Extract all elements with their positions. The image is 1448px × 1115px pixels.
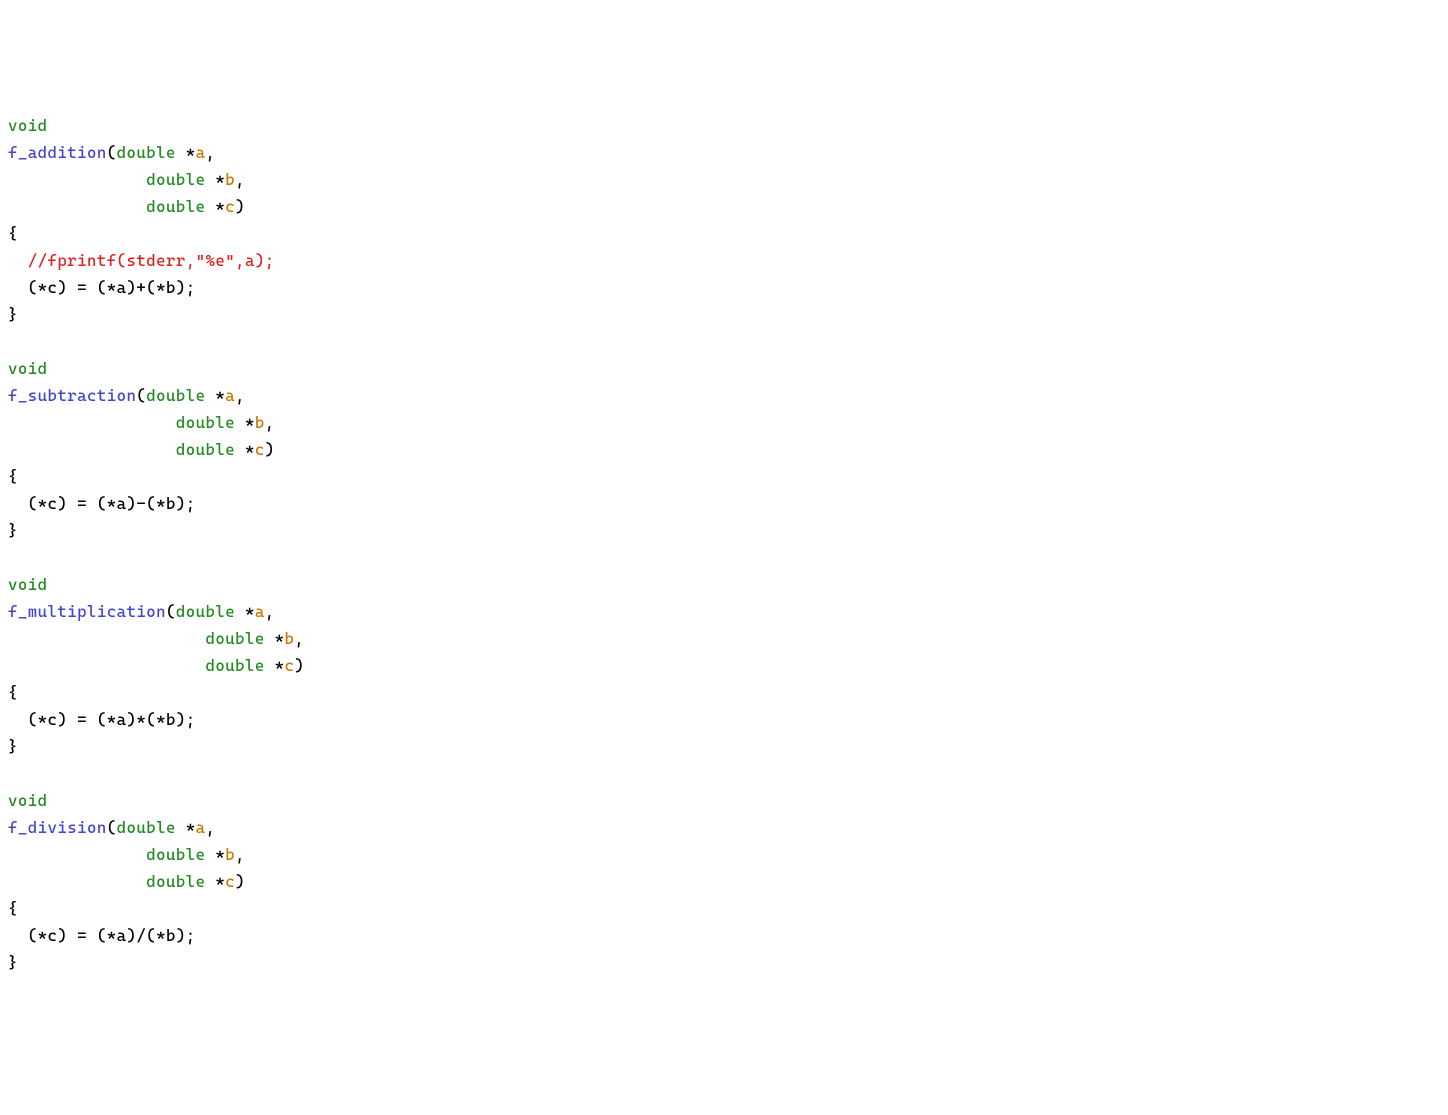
code-block: void f_addition(double *a, double *b, do… [8, 112, 1440, 976]
param-var: b [225, 170, 235, 189]
param-type: double [146, 197, 205, 216]
brace-close: } [8, 953, 18, 972]
return-type: void [8, 575, 48, 594]
return-type: void [8, 791, 48, 810]
comma: , [265, 602, 275, 621]
comma: , [235, 386, 245, 405]
brace-close: } [8, 521, 18, 540]
pointer: * [206, 170, 226, 189]
pointer: * [265, 656, 285, 675]
indent [8, 872, 146, 891]
param-type: double [146, 386, 205, 405]
body-line: (*c) = (*a)*(*b); [8, 710, 196, 729]
brace-open: { [8, 224, 18, 243]
pointer: * [206, 845, 226, 864]
param-var: c [225, 872, 235, 891]
pointer: * [265, 629, 285, 648]
comment-line: //fprintf(stderr,"%e",a); [8, 251, 275, 270]
brace-close: } [8, 305, 18, 324]
return-type: void [8, 359, 48, 378]
pointer: * [206, 197, 226, 216]
indent [8, 629, 206, 648]
paren-open: ( [107, 143, 117, 162]
param-var: a [255, 602, 265, 621]
param-type: double [206, 629, 265, 648]
function-name-subtraction: f_subtraction [8, 386, 136, 405]
param-type: double [117, 818, 176, 837]
param-type: double [176, 413, 235, 432]
comma: , [265, 413, 275, 432]
brace-open: { [8, 467, 18, 486]
paren-open: ( [107, 818, 117, 837]
indent [8, 170, 146, 189]
brace-open: { [8, 683, 18, 702]
indent [8, 197, 146, 216]
pointer: * [206, 872, 226, 891]
param-type: double [146, 872, 205, 891]
return-type: void [8, 116, 48, 135]
comma: , [206, 143, 216, 162]
comma: , [294, 629, 304, 648]
param-var: c [255, 440, 265, 459]
paren-close: ) [265, 440, 275, 459]
paren-close: ) [235, 197, 245, 216]
param-type: double [206, 656, 265, 675]
param-var: b [285, 629, 295, 648]
param-type: double [176, 602, 235, 621]
function-name-multiplication: f_multiplication [8, 602, 166, 621]
body-line: (*c) = (*a)/(*b); [8, 926, 196, 945]
param-type: double [176, 440, 235, 459]
indent [8, 440, 176, 459]
param-type: double [117, 143, 176, 162]
pointer: * [176, 143, 196, 162]
comma: , [235, 170, 245, 189]
indent [8, 845, 146, 864]
param-var: a [196, 143, 206, 162]
pointer: * [235, 602, 255, 621]
param-type: double [146, 845, 205, 864]
paren-close: ) [294, 656, 304, 675]
indent [8, 413, 176, 432]
pointer: * [206, 386, 226, 405]
function-name-addition: f_addition [8, 143, 107, 162]
param-var: b [255, 413, 265, 432]
body-line: (*c) = (*a)+(*b); [8, 278, 196, 297]
indent [8, 656, 206, 675]
brace-close: } [8, 737, 18, 756]
paren-close: ) [235, 872, 245, 891]
paren-open: ( [136, 386, 146, 405]
param-var: b [225, 845, 235, 864]
param-var: a [225, 386, 235, 405]
param-type: double [146, 170, 205, 189]
paren-open: ( [166, 602, 176, 621]
comma: , [235, 845, 245, 864]
function-name-division: f_division [8, 818, 107, 837]
param-var: c [285, 656, 295, 675]
pointer: * [176, 818, 196, 837]
comma: , [206, 818, 216, 837]
body-line: (*c) = (*a)-(*b); [8, 494, 196, 513]
param-var: c [225, 197, 235, 216]
pointer: * [235, 440, 255, 459]
pointer: * [235, 413, 255, 432]
param-var: a [196, 818, 206, 837]
